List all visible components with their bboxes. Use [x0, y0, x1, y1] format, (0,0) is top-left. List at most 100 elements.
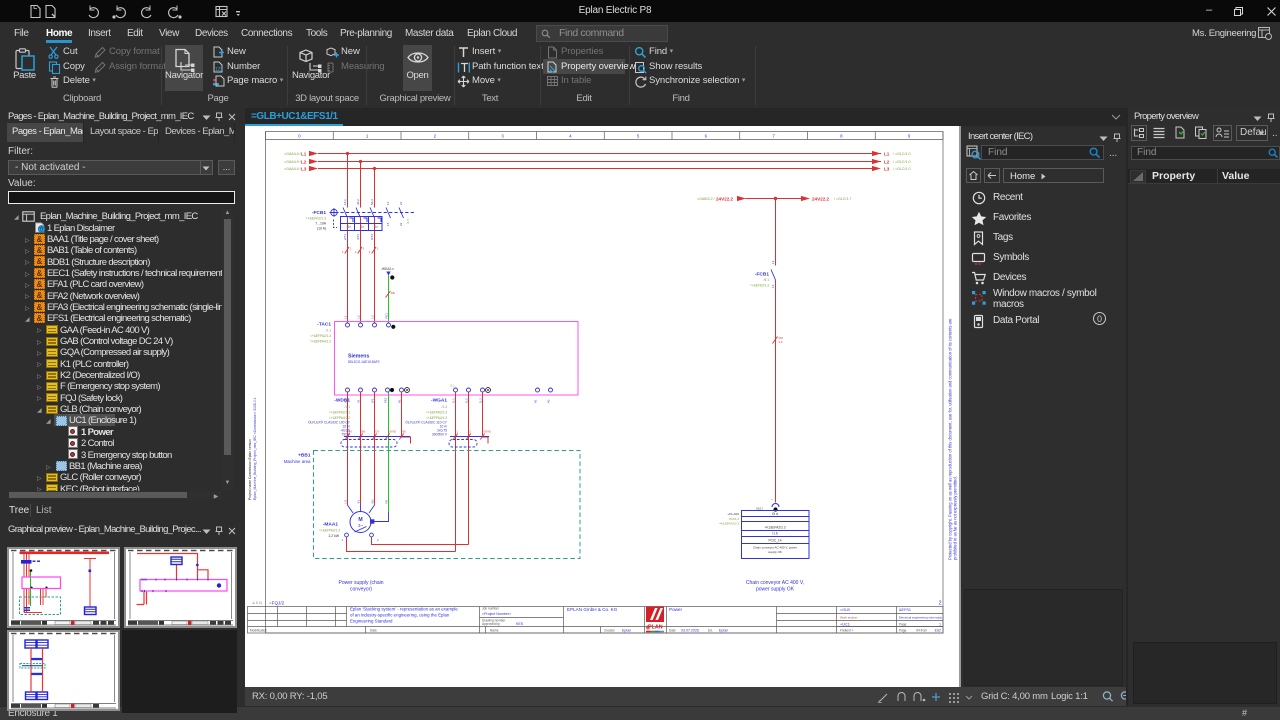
svg-text:PE1: PE1 — [385, 313, 389, 319]
svg-text:=+&EFK2/1.3: =+&EFK2/1.3 — [306, 216, 326, 220]
svg-text:Date: Date — [669, 628, 676, 632]
svg-text:ES2: ES2 — [935, 629, 942, 633]
svg-text:GNYE: GNYE — [389, 430, 397, 434]
svg-text:/ =GLC/1.0: / =GLC/1.0 — [893, 152, 910, 156]
svg-text:/ =GLC/1.0: / =GLC/1.0 — [893, 167, 910, 171]
svg-text:PLAN: PLAN — [648, 624, 663, 630]
svg-text:24V22.2: 24V22.2 — [812, 196, 830, 201]
svg-text:=+&EFPA2/1.1: =+&EFPA2/1.1 — [329, 411, 350, 415]
svg-text:Eplan: Eplan — [622, 628, 631, 632]
svg-text:4.4: 4.4 — [779, 340, 783, 344]
svg-text:prohibited in as far as not ex: prohibited in as far as not expressly pe… — [953, 476, 958, 560]
svg-text:Freitext >: Freitext > — [840, 629, 854, 633]
svg-text:Eplan: Eplan — [719, 628, 728, 632]
svg-text:1L3: 1L3 — [479, 398, 483, 403]
svg-text:+K1&EFA2/2.3: +K1&EFA2/2.3 — [765, 525, 786, 529]
svg-text:1L1: 1L1 — [452, 398, 456, 403]
svg-text:A1: A1 — [534, 399, 538, 403]
svg-text:Project name Commission Ep: Project name Commission Eplan version — [248, 439, 252, 500]
svg-text:Work section: Work section — [840, 615, 858, 619]
svg-text:(10 A): (10 A) — [317, 227, 326, 231]
svg-text:A2: A2 — [547, 399, 551, 403]
svg-text:V1: V1 — [357, 500, 361, 504]
svg-text:W1: W1 — [371, 499, 375, 504]
svg-text:21: 21 — [399, 201, 403, 205]
svg-text:-FCB1: -FCB1 — [312, 210, 326, 216]
svg-text:BU: BU — [403, 430, 407, 434]
svg-text:L3: L3 — [884, 166, 890, 171]
svg-text:8SL3CO-1AE15-8AF2: 8SL3CO-1AE15-8AF2 — [348, 360, 380, 364]
svg-text:/1.5: /1.5 — [406, 219, 410, 224]
svg-text:GY: GY — [376, 430, 380, 434]
svg-text:W1: W1 — [371, 398, 375, 403]
svg-text:L3: L3 — [301, 166, 307, 171]
svg-text:=GAA/L9 /: =GAA/L9 / — [284, 152, 301, 156]
svg-text:1/L1: 1/L1 — [343, 199, 347, 205]
svg-text:+K1-A02: +K1-A02 — [727, 512, 739, 516]
svg-text:2/T1: 2/T1 — [343, 234, 347, 240]
svg-text:300/500 V: 300/500 V — [432, 432, 448, 436]
svg-text:-WDB1: -WDB1 — [334, 398, 350, 404]
svg-text:X10 /: X10 / — [756, 507, 763, 511]
svg-text:Eplan_Machine_Building_Project: Eplan_Machine_Building_Project_mm_IEC <C… — [253, 397, 257, 500]
svg-text:DI a: DI a — [772, 512, 778, 516]
svg-text:Ed.: Ed. — [708, 628, 713, 632]
svg-text:Approved by: Approved by — [482, 622, 500, 626]
svg-text:Date: Date — [370, 628, 377, 632]
svg-text:7...10A: 7...10A — [315, 222, 326, 226]
svg-text:Job number: Job number — [482, 606, 500, 610]
svg-text:Page: Page — [899, 629, 907, 633]
svg-text:=GAA/L9 /: =GAA/L9 / — [284, 167, 301, 171]
svg-text:L3: L3 — [371, 315, 375, 319]
svg-text:Electrical engineering schemat: Electrical engineering schematic — [899, 615, 943, 619]
svg-text:conveyor): conveyor) — [350, 587, 372, 593]
svg-text:-MAA1: -MAA1 — [323, 522, 339, 528]
svg-text:PCIC_14: PCIC_14 — [769, 539, 782, 543]
svg-text:/5.1: /5.1 — [764, 278, 770, 282]
svg-text:1L2: 1L2 — [465, 398, 469, 403]
svg-text:3/L2: 3/L2 — [356, 199, 360, 205]
svg-text:Power supply (chain: Power supply (chain — [338, 580, 383, 586]
svg-text:EPLAN GmbH & Co. KG: EPLAN GmbH & Co. KG — [567, 607, 618, 612]
svg-text:e: e — [646, 622, 650, 631]
svg-text:/ =GLC/1.0: / =GLC/1.0 — [893, 160, 910, 164]
svg-text:=K2/1.2: =K2/1.2 — [729, 517, 740, 521]
svg-text:-TAC1: -TAC1 — [317, 322, 331, 328]
svg-text:24V22.2: 24V22.2 — [716, 196, 734, 201]
svg-text:I1.6: I1.6 — [772, 532, 778, 536]
svg-text:=K1&EFA2/2.3: =K1&EFA2/2.3 — [719, 521, 739, 525]
svg-text:Creator: Creator — [604, 628, 616, 632]
svg-text:&EFS1: &EFS1 — [899, 608, 911, 612]
svg-text:GNYE: GNYE — [484, 430, 492, 434]
svg-text:PE2: PE2 — [384, 397, 388, 403]
svg-text:=+&EFPA2/1.3: =+&EFPA2/1.3 — [426, 411, 447, 415]
svg-text:13: 13 — [771, 260, 775, 264]
svg-text:+BB1: +BB1 — [298, 453, 311, 459]
svg-text:N1: N1 — [398, 399, 402, 403]
svg-text:=+&EFPA4/1.2: =+&EFPA4/1.2 — [310, 340, 331, 344]
svg-text:Siemens: Siemens — [348, 354, 369, 360]
svg-text:L2: L2 — [357, 315, 361, 319]
svg-text:=GAA/L9 /: =GAA/L9 / — [284, 160, 301, 164]
svg-text:=GAB/3.2 /: =GAB/3.2 / — [697, 197, 715, 201]
svg-text:of an industry-specific engine: of an industry-specific engineering, usi… — [350, 612, 450, 617]
svg-text:6/T3: 6/T3 — [370, 234, 374, 240]
svg-text:+UC1: +UC1 — [840, 622, 850, 626]
svg-text:2,2 kW: 2,2 kW — [328, 534, 339, 538]
svg-text:/1.1: /1.1 — [345, 405, 351, 409]
svg-text:L1: L1 — [884, 151, 890, 156]
svg-text:=+&EFK2/1.3: =+&EFK2/1.3 — [750, 284, 769, 288]
svg-text:14: 14 — [386, 222, 390, 226]
svg-text:~: ~ — [771, 498, 773, 502]
svg-text:-FCB1: -FCB1 — [755, 272, 769, 278]
svg-text:Power: Power — [669, 607, 682, 612]
svg-text:=FQJ/2: =FQJ/2 — [269, 600, 285, 605]
svg-text:Chain conveyor AC 400 V,: Chain conveyor AC 400 V, — [746, 580, 804, 586]
svg-text:V1: V1 — [357, 399, 361, 403]
svg-text:/ =GLC/1.7: / =GLC/1.7 — [834, 197, 851, 201]
svg-text:KES: KES — [516, 622, 524, 626]
svg-text:Eplan 'Stacking system' - repr: Eplan 'Stacking system' - representation… — [350, 606, 458, 611]
svg-text:L1: L1 — [344, 315, 348, 319]
svg-text:-WEA2-x: -WEA2-x — [381, 267, 394, 271]
svg-text:L2: L2 — [884, 159, 890, 164]
